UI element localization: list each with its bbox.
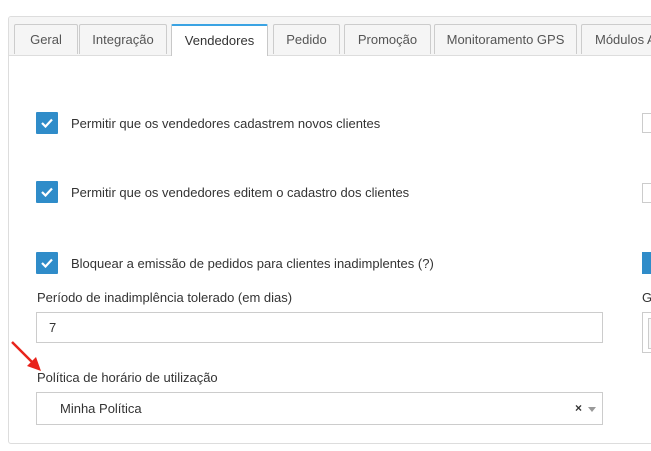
- block-defaulters-row[interactable]: Bloquear a emissão de pedidos para clien…: [36, 252, 434, 274]
- checkmark-icon: [41, 118, 53, 128]
- usage-policy-value: Minha Política: [60, 401, 142, 416]
- red-arrow-icon: [11, 341, 41, 371]
- tab-bar: Geral Integração Vendedores Pedido Promo…: [9, 17, 651, 56]
- usage-policy-select[interactable]: Minha Política ×: [36, 392, 603, 425]
- allow-register-clients-checkbox[interactable]: [36, 112, 58, 134]
- allow-edit-clients-label: Permitir que os vendedores editem o cada…: [71, 184, 410, 200]
- block-defaulters-label: Bloquear a emissão de pedidos para clien…: [71, 255, 434, 271]
- tab-monitoramento-gps[interactable]: Monitoramento GPS: [434, 24, 577, 54]
- tab-vendedores[interactable]: Vendedores: [171, 24, 268, 56]
- chevron-down-icon[interactable]: [588, 407, 596, 412]
- right-field-label: G: [642, 290, 651, 305]
- tab-promocao[interactable]: Promoção: [344, 24, 431, 54]
- allow-edit-clients-checkbox[interactable]: [36, 181, 58, 203]
- right-checkbox-2[interactable]: [642, 183, 651, 203]
- usage-policy-label: Política de horário de utilização: [37, 370, 218, 385]
- checkmark-icon: [41, 187, 53, 197]
- clear-icon[interactable]: ×: [575, 393, 582, 424]
- allow-register-clients-row[interactable]: Permitir que os vendedores cadastrem nov…: [36, 112, 380, 134]
- tab-geral[interactable]: Geral: [14, 24, 78, 54]
- right-checkbox-1[interactable]: [642, 113, 651, 133]
- right-checkbox-3[interactable]: [642, 252, 651, 274]
- allow-edit-clients-row[interactable]: Permitir que os vendedores editem o cada…: [36, 181, 409, 203]
- right-field-input[interactable]: [642, 312, 651, 353]
- allow-register-clients-label: Permitir que os vendedores cadastrem nov…: [71, 115, 381, 131]
- tolerance-period-input[interactable]: 7: [36, 312, 603, 343]
- checkmark-icon: [41, 258, 53, 268]
- tab-modulos[interactable]: Módulos A: [581, 24, 651, 54]
- tab-integracao[interactable]: Integração: [79, 24, 167, 54]
- block-defaulters-checkbox[interactable]: [36, 252, 58, 274]
- tolerance-period-label: Período de inadimplência tolerado (em di…: [37, 290, 293, 305]
- tab-pedido[interactable]: Pedido: [273, 24, 340, 54]
